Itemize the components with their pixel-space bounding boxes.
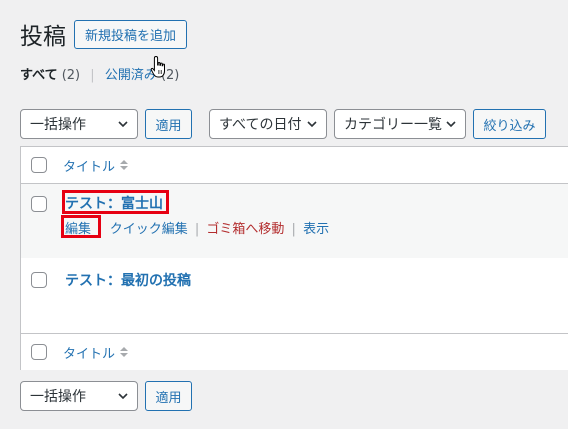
table-header: タイトル: [21, 147, 568, 184]
row-checkbox[interactable]: [31, 196, 47, 212]
column-title-label: タイトル: [63, 346, 116, 362]
filter-button[interactable]: 絞り込み: [473, 109, 546, 139]
table-footer: タイトル: [21, 333, 568, 370]
page-title: 投稿: [20, 24, 66, 50]
action-separator: |: [98, 222, 103, 237]
edit-link[interactable]: 編集: [65, 222, 91, 237]
row-actions: 編集 | クイック編集 | ゴミ箱へ移動 | 表示: [65, 218, 329, 237]
post-title-link[interactable]: テスト：最初の投稿: [65, 270, 191, 290]
chevron-down-icon: [307, 121, 317, 128]
view-all-link[interactable]: すべて: [20, 68, 58, 83]
table-row: テスト：最初の投稿: [21, 258, 568, 333]
column-title-label: タイトル: [63, 159, 116, 175]
page-header: 投稿: [20, 18, 66, 50]
view-separator: |: [90, 68, 95, 83]
chevron-down-icon: [446, 121, 456, 128]
date-filter-selected: すべての日付: [219, 117, 302, 133]
column-title-header[interactable]: タイトル: [63, 156, 129, 175]
quick-edit-link[interactable]: クイック編集: [110, 222, 188, 237]
view-all-count: (2): [61, 68, 81, 83]
bulk-action-selected: 一括操作: [30, 117, 86, 133]
row-checkbox[interactable]: [31, 272, 47, 288]
hand-pointer-icon: [150, 55, 165, 78]
select-all-checkbox[interactable]: [31, 157, 47, 173]
category-filter-select[interactable]: カテゴリー一覧: [334, 109, 466, 139]
apply-button-top[interactable]: 適用: [145, 109, 192, 139]
bulk-action-select-bottom[interactable]: 一括操作: [20, 381, 138, 411]
post-title-link[interactable]: テスト：富士山: [65, 193, 163, 213]
action-separator: |: [194, 222, 200, 237]
apply-button-bottom[interactable]: 適用: [145, 381, 192, 411]
bulk-action-select-top[interactable]: 一括操作: [20, 109, 138, 139]
trash-link[interactable]: ゴミ箱へ移動: [206, 222, 284, 237]
date-filter-select[interactable]: すべての日付: [209, 109, 327, 139]
select-all-checkbox-footer[interactable]: [31, 344, 47, 360]
table-row: テスト：富士山 編集 | クイック編集 | ゴミ箱へ移動 | 表示: [21, 184, 568, 258]
bulk-action-selected: 一括操作: [30, 389, 86, 405]
chevron-down-icon: [118, 121, 128, 128]
view-link[interactable]: 表示: [303, 222, 329, 237]
sort-icon: [120, 347, 129, 357]
column-title-footer[interactable]: タイトル: [63, 343, 129, 362]
sort-icon: [120, 160, 129, 170]
chevron-down-icon: [118, 393, 128, 400]
action-separator: |: [291, 222, 296, 237]
category-filter-selected: カテゴリー一覧: [344, 117, 442, 133]
posts-table: タイトル テスト：富士山 編集 | クイック編集 | ゴミ箱へ移動 | 表示 テ…: [20, 146, 568, 370]
add-new-post-button[interactable]: 新規投稿を追加: [74, 20, 188, 49]
